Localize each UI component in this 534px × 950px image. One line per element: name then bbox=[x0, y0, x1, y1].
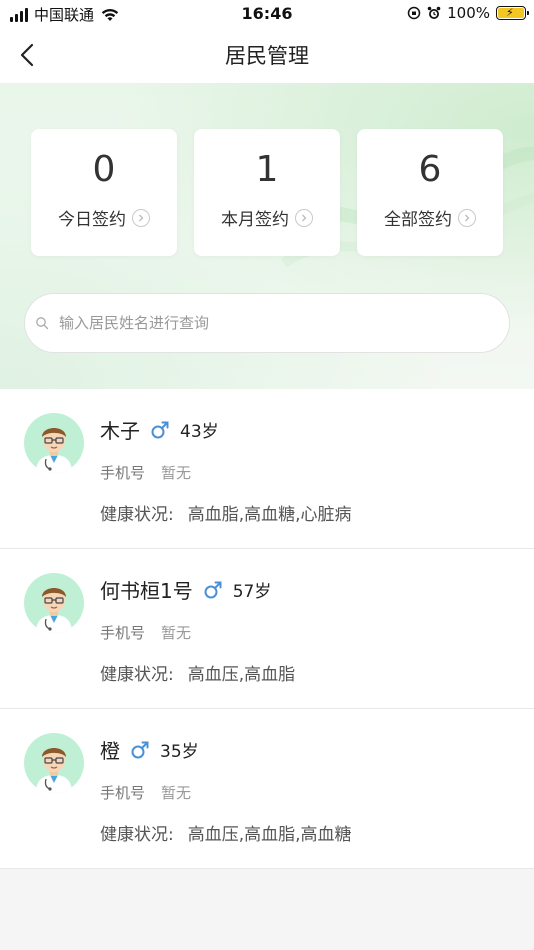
resident-card[interactable]: 橙 35岁 手机号 暂无 健康状况: 高血压,高血脂,高血糖 bbox=[0, 709, 534, 869]
male-icon bbox=[131, 741, 149, 758]
chevron-right-icon bbox=[295, 208, 313, 227]
health-value: 高血压,高血脂,高血糖 bbox=[187, 825, 352, 845]
health-label: 健康状况: bbox=[100, 825, 174, 845]
resident-age: 35岁 bbox=[160, 742, 199, 762]
stat-card-month[interactable]: 1 本月签约 bbox=[194, 129, 340, 256]
doctor-avatar-icon bbox=[24, 573, 84, 633]
phone-value: 暂无 bbox=[161, 464, 192, 482]
resident-name: 木子 bbox=[100, 419, 140, 443]
phone-label: 手机号 bbox=[100, 464, 146, 482]
health-value: 高血压,高血脂 bbox=[187, 665, 296, 685]
chevron-right-icon bbox=[132, 208, 150, 227]
phone-label: 手机号 bbox=[100, 784, 146, 802]
battery-percent: 100% bbox=[447, 4, 490, 22]
alarm-icon bbox=[427, 6, 441, 19]
status-right: 100% ⚡ bbox=[407, 4, 529, 22]
stat-label: 今日签约 bbox=[58, 210, 126, 230]
resident-age: 57岁 bbox=[232, 582, 272, 602]
resident-card[interactable]: 何书桓1号 57岁 手机号 暂无 健康状况: 高血压,高血脂 bbox=[0, 549, 534, 709]
phone-value: 暂无 bbox=[161, 624, 192, 642]
chevron-right-icon bbox=[458, 208, 476, 227]
doctor-avatar-icon bbox=[24, 413, 84, 473]
orientation-lock-icon bbox=[407, 6, 421, 20]
stat-label: 本月签约 bbox=[221, 210, 289, 230]
search-input[interactable] bbox=[57, 313, 461, 333]
resident-age: 43岁 bbox=[180, 422, 219, 442]
search-bar[interactable] bbox=[24, 293, 510, 353]
battery-icon: ⚡ bbox=[496, 6, 529, 20]
stat-value: 0 bbox=[92, 149, 116, 190]
resident-name: 何书桓1号 bbox=[100, 579, 193, 603]
resident-name: 橙 bbox=[100, 739, 120, 763]
stat-card-today[interactable]: 0 今日签约 bbox=[31, 129, 177, 256]
stat-value: 6 bbox=[418, 149, 442, 190]
stat-label: 全部签约 bbox=[384, 210, 452, 230]
stat-value: 1 bbox=[255, 149, 279, 190]
health-label: 健康状况: bbox=[100, 665, 174, 685]
resident-list: 木子 43岁 手机号 暂无 健康状况: 高血脂,高血糖,心脏病 何书桓1号 57… bbox=[0, 389, 534, 869]
male-icon bbox=[151, 421, 169, 438]
status-bar: 中国联通 16:46 100% ⚡ bbox=[0, 0, 534, 28]
health-value: 高血脂,高血糖,心脏病 bbox=[187, 505, 352, 525]
resident-card[interactable]: 木子 43岁 手机号 暂无 健康状况: 高血脂,高血糖,心脏病 bbox=[0, 389, 534, 549]
summary-header: 0 今日签约 1 本月签约 6 全部签约 bbox=[0, 83, 534, 389]
doctor-avatar-icon bbox=[24, 733, 84, 793]
male-icon bbox=[204, 581, 222, 598]
stat-card-all[interactable]: 6 全部签约 bbox=[357, 129, 503, 256]
phone-value: 暂无 bbox=[161, 784, 192, 802]
page-title: 居民管理 bbox=[225, 44, 309, 68]
phone-label: 手机号 bbox=[100, 624, 146, 642]
search-icon bbox=[36, 317, 49, 330]
nav-bar: 居民管理 bbox=[0, 28, 534, 83]
health-label: 健康状况: bbox=[100, 505, 174, 525]
